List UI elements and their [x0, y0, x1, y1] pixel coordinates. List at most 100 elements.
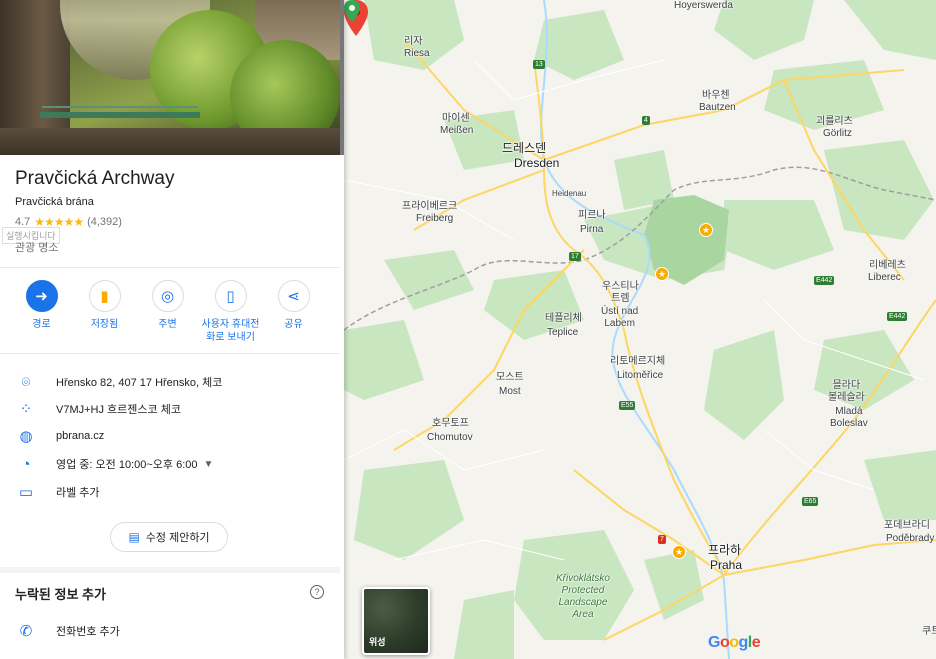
action-label: 경로: [32, 319, 51, 330]
city-label-ko: 호무토프: [432, 418, 469, 429]
place-subtitle: Pravčická brána: [15, 196, 94, 208]
star-icon[interactable]: ★: [672, 545, 686, 559]
action-label: 사용자 휴대전화로 보내기: [201, 319, 260, 343]
city-label-ko: 프라이베르크: [402, 201, 458, 212]
action-label: 저장됨: [90, 319, 119, 330]
satellite-layer-toggle[interactable]: 위성: [362, 587, 430, 655]
protected-area-label: Křivoklátsko Protected Landscape Area: [556, 573, 610, 620]
road-shield: E55: [619, 401, 636, 410]
city-label: Litoměřice: [617, 370, 664, 381]
city-label: Teplice: [547, 327, 579, 338]
location-pin-icon: ⌾: [21, 373, 31, 391]
globe-icon: ◍: [19, 428, 33, 445]
city-label-ko: 프라하: [708, 543, 742, 557]
directions-icon: ➜: [25, 280, 58, 312]
google-maps-app: Pravčická Archway Pravčická brána 4.7 ★★…: [0, 0, 936, 659]
bookmark-icon: ▮: [88, 280, 121, 312]
label-icon: ▭: [18, 484, 34, 501]
city-label-ko: 믈라다 볼레슬라: [828, 380, 865, 403]
website-link[interactable]: pbrana.cz: [56, 430, 104, 442]
directions-button[interactable]: ➜ 경로: [10, 280, 73, 344]
address-row[interactable]: ⌾ Hřensko 82, 407 17 Hřensko, 체코: [15, 371, 335, 393]
save-button[interactable]: ▮ 저장됨: [73, 280, 136, 344]
city-label-ko: 포데브라디: [884, 520, 930, 531]
city-label: Riesa: [404, 48, 430, 59]
missing-info-title: 누락된 정보 추가: [15, 587, 106, 602]
hours-text: 영업 중: 오전 10:00~오후 6:00: [56, 459, 198, 471]
pluscode-row[interactable]: ⁘ V7MJ+HJ 흐르젠스코 체코: [15, 398, 335, 420]
label-row[interactable]: ▭ 라벨 추가: [15, 481, 335, 503]
divider: [0, 267, 340, 268]
satellite-label: 위성: [369, 637, 386, 647]
city-label-ko: 바우첸: [702, 90, 730, 101]
map-background: [344, 0, 936, 659]
share-icon: ⋖: [277, 280, 310, 312]
city-label-ko: 리토메르지체: [610, 356, 666, 367]
help-icon[interactable]: ?: [310, 585, 324, 599]
city-label-ko: 쿠트: [922, 626, 936, 637]
city-label: Hoyerswerda: [674, 0, 733, 11]
edit-comment-icon: ▤: [128, 530, 140, 544]
city-label: Meißen: [440, 125, 474, 136]
action-label: 주변: [158, 319, 177, 330]
city-label: Pirna: [580, 224, 604, 235]
place-panel: Pravčická Archway Pravčická brána 4.7 ★★…: [0, 0, 344, 659]
city-label-ko: 테플리체: [545, 313, 582, 324]
share-button[interactable]: ⋖ 공유: [262, 280, 325, 344]
road-shield: E442: [887, 312, 908, 321]
phone-icon: ✆: [19, 623, 33, 640]
city-label: Ústí nad Labem: [601, 306, 639, 329]
review-count-link[interactable]: (4,392): [87, 216, 122, 228]
place-category[interactable]: 관광 명소: [15, 239, 59, 255]
city-label: Dresden: [514, 156, 560, 170]
action-label: 공유: [284, 319, 303, 330]
google-logo: Google: [708, 634, 761, 651]
road-shield: E442: [814, 276, 835, 285]
city-label: Heidenau: [552, 189, 587, 198]
address-text: Hřensko 82, 407 17 Hřensko, 체코: [56, 377, 223, 389]
add-phone-text: 전화번호 추가: [56, 626, 120, 638]
city-label-ko: 우스티나 트렘: [602, 281, 639, 304]
city-label: Poděbrady: [886, 533, 935, 544]
add-phone-row[interactable]: ✆ 전화번호 추가: [15, 622, 120, 640]
nearby-button[interactable]: ◎ 주변: [136, 280, 199, 344]
city-label-ko: 리자: [404, 36, 423, 47]
city-label-ko: 피르나: [578, 210, 606, 221]
city-label: Chomutov: [427, 432, 473, 443]
city-label: Görlitz: [823, 128, 852, 139]
city-label-ko: 괴를리츠: [816, 116, 853, 127]
send-to-phone-button[interactable]: ▯ 사용자 휴대전화로 보내기: [199, 280, 262, 344]
city-label-ko: 드레스덴: [502, 141, 547, 155]
city-label: Freiberg: [416, 213, 454, 224]
action-buttons: ➜ 경로 ▮ 저장됨 ◎ 주변 ▯ 사용자 휴대전화로 보내기 ⋖ 공유: [10, 280, 330, 344]
road-shield: 13: [533, 60, 545, 69]
green-place-pin-icon[interactable]: [344, 0, 360, 22]
place-photo[interactable]: [0, 0, 340, 155]
website-row[interactable]: ◍ pbrana.cz: [15, 425, 335, 447]
city-label: Liberec: [868, 272, 901, 283]
clock-icon: ◔: [21, 455, 31, 473]
suggest-edit-label: 수정 제안하기: [145, 532, 210, 544]
plus-code-icon: ⁘: [19, 401, 33, 418]
star-icon[interactable]: ★: [655, 267, 669, 281]
pluscode-text: V7MJ+HJ 흐르젠스코 체코: [56, 404, 181, 416]
nearby-icon: ◎: [151, 280, 184, 312]
city-label-ko: 마이센: [442, 113, 470, 124]
panel-scrollbar[interactable]: [340, 0, 344, 155]
city-label-ko: 리베레츠: [869, 260, 906, 271]
road-shield: 7: [658, 535, 666, 544]
send-to-phone-icon: ▯: [214, 280, 247, 312]
city-label: Bautzen: [699, 102, 736, 113]
road-shield: 17: [569, 252, 581, 261]
map-canvas[interactable]: Hoyerswerda 리자 Riesa 바우첸 Bautzen 마이센 Mei…: [344, 0, 936, 659]
chevron-down-icon[interactable]: ▼: [203, 459, 213, 470]
star-icon[interactable]: ★: [699, 223, 713, 237]
road-shield: E65: [802, 497, 819, 506]
place-title: Pravčická Archway: [15, 168, 175, 189]
suggest-edit-button[interactable]: ▤ 수정 제안하기: [110, 522, 228, 552]
divider: [0, 353, 340, 354]
hours-row[interactable]: ◔ 영업 중: 오전 10:00~오후 6:00 ▼: [15, 453, 335, 475]
city-label: Praha: [710, 558, 743, 572]
section-divider: [0, 567, 340, 573]
city-label: Most: [499, 386, 521, 397]
